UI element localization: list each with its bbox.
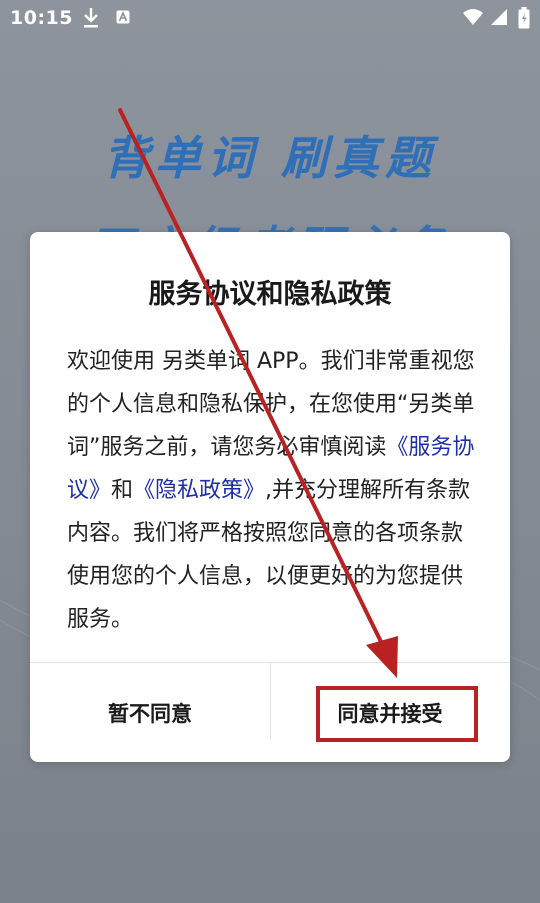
annotation-highlight-box — [316, 686, 478, 742]
battery-icon — [518, 7, 530, 29]
download-icon — [84, 8, 98, 28]
status-bar: 10:15 — [0, 0, 540, 36]
a-badge-icon — [116, 10, 130, 24]
dialog-body: 欢迎使用 另类单词 APP。我们非常重视您的个人信息和隐私保护，在您使用“另类单… — [67, 340, 477, 641]
dialog-title: 服务协议和隐私政策 — [148, 279, 392, 310]
body-text-and: 和 — [111, 478, 134, 503]
decline-button[interactable]: 暂不同意 — [30, 663, 270, 762]
privacy-policy-link[interactable]: 《隐私政策》 — [133, 478, 265, 503]
wifi-icon — [463, 9, 483, 25]
banner-headline: 背单词 刷真题 — [102, 131, 437, 185]
agreement-dialog: 服务协议和隐私政策 欢迎使用 另类单词 APP。我们非常重视您的个人信息和隐私保… — [30, 232, 510, 762]
signal-icon — [491, 9, 507, 25]
status-time: 10:15 — [10, 7, 73, 29]
